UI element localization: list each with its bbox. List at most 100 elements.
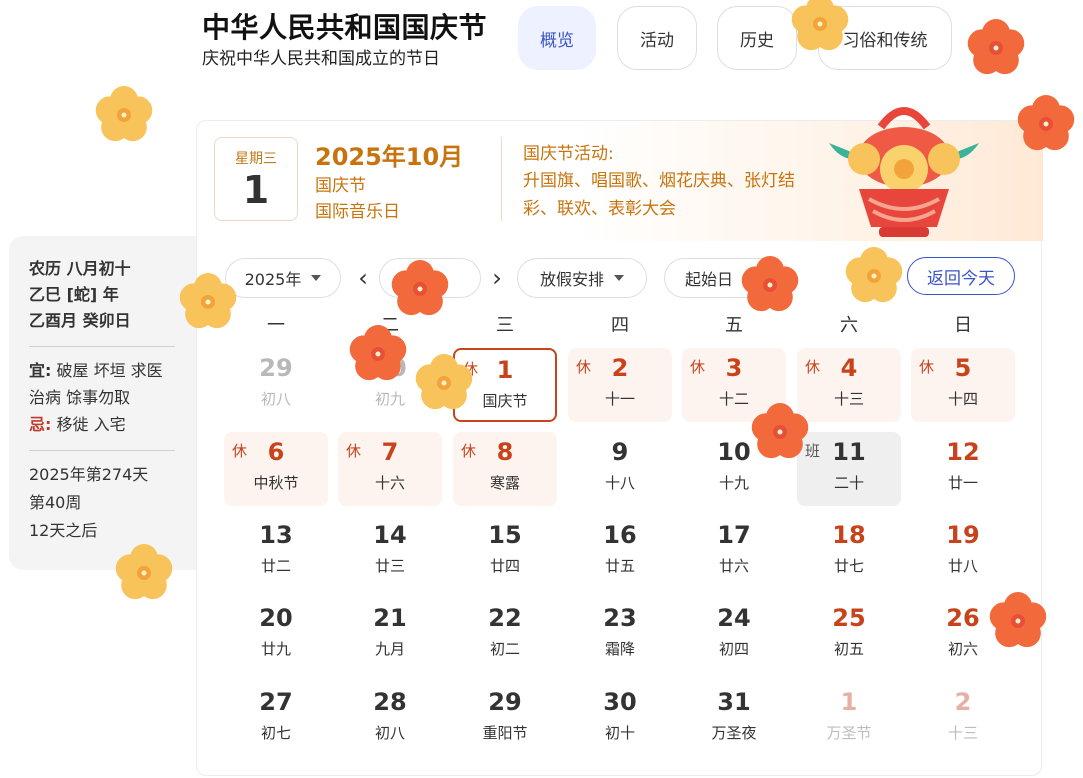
calendar-day-cell[interactable]: 19 廿八 — [911, 515, 1015, 589]
calendar-day-cell[interactable]: 12 廿一 — [911, 432, 1015, 506]
lunar-day-label: 初五 — [833, 640, 864, 658]
yi-section: 宜: 破屋 坏垣 求医 治病 馀事勿取 — [29, 357, 179, 411]
calendar-day-cell[interactable]: 2 十三 — [911, 682, 1015, 756]
page-title: 中华人民共和国国庆节 — [202, 11, 488, 44]
plum-blossom-icon — [845, 247, 903, 303]
holiday-name: 国庆节 — [315, 176, 366, 196]
lunar-day-label: 廿四 — [489, 557, 520, 575]
lunar-day-label: 初八 — [260, 390, 291, 408]
day-number: 1 — [242, 168, 270, 212]
calendar-day-cell[interactable]: 28 初八 — [338, 682, 442, 756]
calendar-day-cell[interactable]: 29 初八 — [224, 348, 328, 422]
day-number: 27 — [259, 688, 293, 716]
lunar-day-label: 万圣节 — [826, 724, 872, 742]
today-date-card: 星期三 1 — [214, 137, 298, 221]
day-number: 30 — [603, 688, 637, 716]
day-number: 2 — [954, 688, 972, 716]
yi-label: 宜: — [29, 361, 52, 380]
day-number: 5 — [954, 354, 972, 382]
weekday-header: 三 — [496, 315, 514, 336]
calendar-day-cell[interactable]: 21 九月 — [338, 598, 442, 672]
calendar-day-cell[interactable]: 班 11 二十 — [797, 432, 901, 506]
calendar-day-cell[interactable]: 17 廿六 — [682, 515, 786, 589]
calendar-day-cell[interactable]: 1 万圣节 — [797, 682, 901, 756]
divider — [29, 450, 175, 451]
next-month-arrow[interactable]: › — [485, 262, 509, 294]
lunar-day-label: 初四 — [718, 640, 749, 658]
ji-text: 移徙 入宅 — [56, 415, 126, 434]
holiday-select[interactable]: 放假安排 — [517, 258, 647, 298]
lunar-day-label: 十三 — [833, 390, 864, 408]
calendar-day-cell[interactable]: 22 初二 — [453, 598, 557, 672]
ji-label: 忌: — [29, 415, 52, 434]
calendar-day-cell[interactable]: 23 霜降 — [568, 598, 672, 672]
day-number: 25 — [832, 604, 866, 632]
lunar-day-label: 寒露 — [489, 474, 520, 492]
lunar-day-label: 重阳节 — [482, 724, 528, 742]
calendar-day-cell[interactable]: 9 十八 — [568, 432, 672, 506]
lunar-day-label: 初十 — [604, 724, 635, 742]
lunar-day-label: 万圣夜 — [711, 724, 757, 742]
calendar: 星期三 1 2025年10月 国庆节 国际音乐日 国庆节活动: 升国旗、唱国歌、… — [196, 107, 1043, 776]
calendar-day-cell[interactable]: 休 8 寒露 — [453, 432, 557, 506]
year-select[interactable]: 2025年 — [225, 258, 341, 298]
tab-activities[interactable]: 活动 — [617, 6, 697, 70]
day-number: 29 — [259, 354, 293, 382]
day-number: 28 — [373, 688, 407, 716]
activity-text: 升国旗、唱国歌、烟花庆典、张灯结彩、联欢、表彰大会 — [523, 171, 795, 219]
calendar-day-cell[interactable]: 20 廿九 — [224, 598, 328, 672]
calendar-day-cell[interactable]: 16 廿五 — [568, 515, 672, 589]
calendar-day-cell[interactable]: 15 廿四 — [453, 515, 557, 589]
calendar-day-cell[interactable]: 13 廿二 — [224, 515, 328, 589]
calendar-day-cell[interactable]: 休 4 十三 — [797, 348, 901, 422]
activity-title: 国庆节活动: — [523, 144, 614, 164]
lunar-day-label: 廿七 — [833, 557, 864, 575]
calendar-day-cell[interactable]: 27 初七 — [224, 682, 328, 756]
calendar-day-cell[interactable]: 25 初五 — [797, 598, 901, 672]
lunar-day-label: 十三 — [947, 724, 978, 742]
lunar-day-label: 廿三 — [374, 557, 405, 575]
calendar-day-cell[interactable]: 休 6 中秋节 — [224, 432, 328, 506]
calendar-day-cell[interactable]: 24 初四 — [682, 598, 786, 672]
month-title: 2025年10月 — [315, 143, 464, 171]
plum-blossom-icon — [989, 592, 1047, 648]
day-number: 20 — [259, 604, 293, 632]
calendar-day-cell[interactable]: 18 廿七 — [797, 515, 901, 589]
back-to-today-button[interactable]: 返回今天 — [907, 257, 1015, 295]
day-number: 8 — [496, 438, 514, 466]
flower-basket-icon — [829, 107, 979, 237]
lunar-day-label: 十九 — [718, 474, 749, 492]
lunar-day-label: 廿六 — [718, 557, 749, 575]
lunar-day-label: 廿五 — [604, 557, 635, 575]
tab-overview[interactable]: 概览 — [518, 6, 596, 70]
plum-blossom-icon — [95, 86, 153, 142]
week-number: 第40周 — [29, 493, 82, 512]
lunar-day-label: 十八 — [604, 474, 635, 492]
lunar-day-label: 廿二 — [260, 557, 291, 575]
lunar-day-label: 九月 — [374, 640, 405, 658]
day-number: 4 — [840, 354, 858, 382]
day-number: 13 — [259, 521, 293, 549]
lunar-day-label: 廿九 — [260, 640, 291, 658]
plum-blossom-icon — [391, 260, 449, 316]
day-number: 22 — [488, 604, 522, 632]
day-number: 1 — [840, 688, 858, 716]
calendar-day-cell[interactable]: 30 初十 — [568, 682, 672, 756]
tab-history[interactable]: 历史 — [717, 6, 797, 70]
day-number: 12 — [946, 438, 980, 466]
calendar-day-cell[interactable]: 休 5 十四 — [911, 348, 1015, 422]
calendar-day-cell[interactable]: 14 廿三 — [338, 515, 442, 589]
calendar-day-cell[interactable]: 29 重阳节 — [453, 682, 557, 756]
year-select-value: 2025年 — [244, 270, 302, 289]
day-number: 11 — [832, 438, 866, 466]
start-day-value: 起始日 — [685, 270, 734, 289]
calendar-day-cell[interactable]: 休 7 十六 — [338, 432, 442, 506]
prev-month-arrow[interactable]: ‹ — [351, 262, 375, 294]
day-number: 7 — [381, 438, 399, 466]
day-number: 2 — [611, 354, 629, 382]
plum-blossom-icon — [791, 0, 849, 51]
plum-blossom-icon — [751, 403, 809, 459]
calendar-day-cell[interactable]: 休 2 十一 — [568, 348, 672, 422]
plum-blossom-icon — [1017, 95, 1075, 151]
calendar-day-cell[interactable]: 31 万圣夜 — [682, 682, 786, 756]
